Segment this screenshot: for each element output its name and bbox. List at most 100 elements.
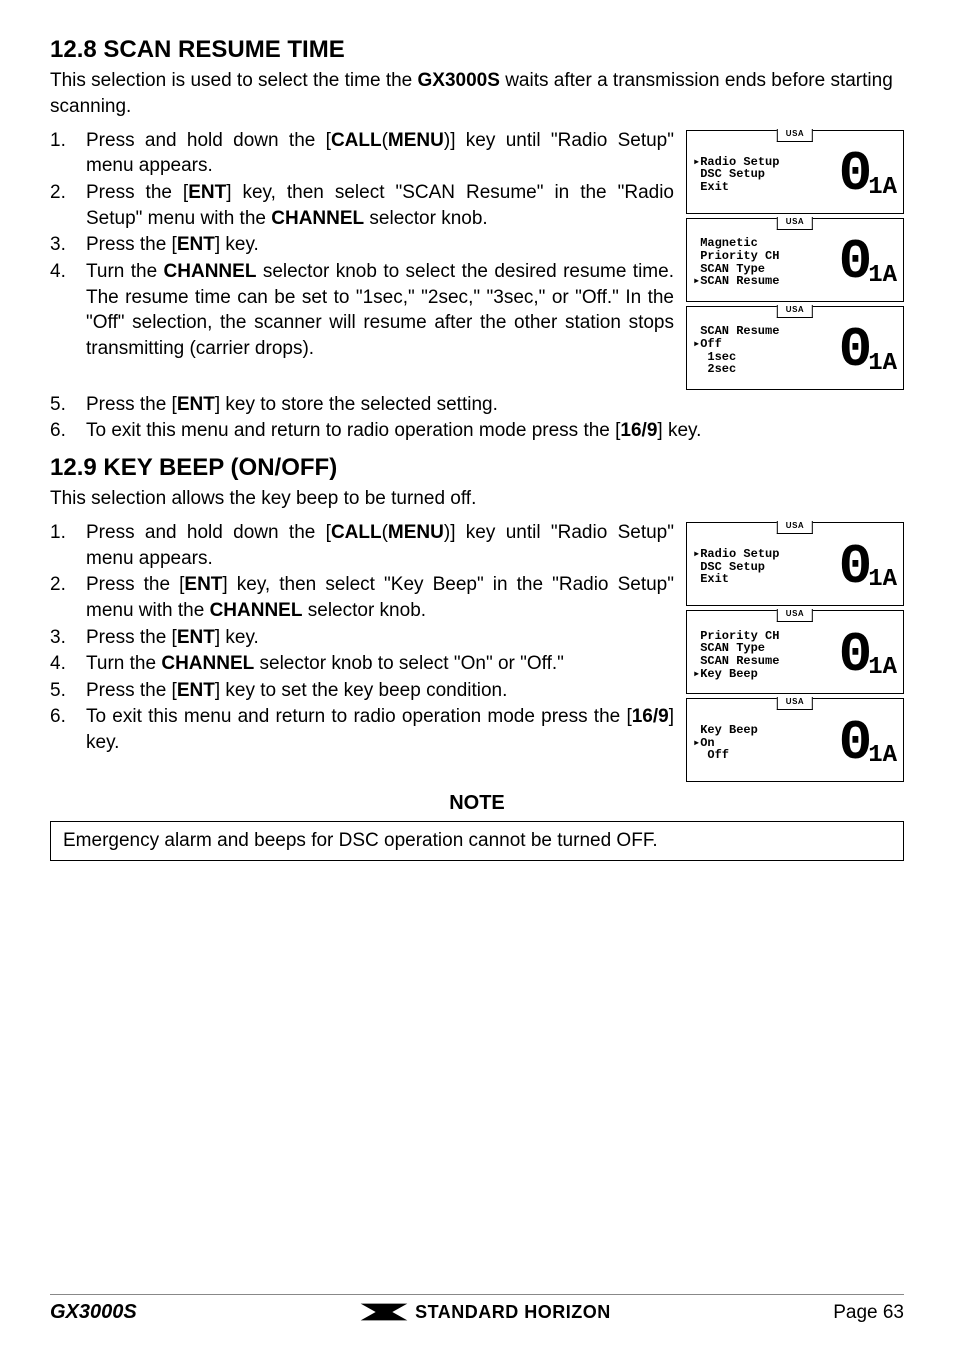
t: ENT: [184, 574, 222, 595]
t: 1sec: [363, 287, 403, 308]
lcd-screen: USA Magnetic Priority CH SCAN Type ▸SCAN…: [686, 218, 904, 302]
t: 0: [839, 328, 867, 373]
t: ENT: [177, 394, 215, 415]
lcd-menu: ▸Radio Setup DSC Setup Exit: [693, 156, 839, 194]
t: Press the [: [86, 182, 188, 203]
t: ," ": [403, 287, 428, 308]
lcd-channel: 01A: [839, 328, 897, 373]
step-number: 5.: [50, 392, 86, 418]
t: ] key to set the key beep condition.: [215, 680, 508, 701]
lcd-menu: ▸Radio Setup DSC Setup Exit: [693, 548, 839, 586]
lcd-screen: USA ▸Radio Setup DSC Setup Exit 01A: [686, 130, 904, 214]
lcd-screen: USA SCAN Resume ▸Off 1sec 2sec 01A: [686, 306, 904, 390]
t: Radio Setup: [558, 522, 668, 543]
t: " in the ": [477, 574, 559, 595]
t: Press the [: [86, 574, 184, 595]
t: ENT: [177, 234, 215, 255]
note-title: NOTE: [50, 790, 904, 817]
list-item: 6. To exit this menu and return to radio…: [50, 418, 904, 444]
t: ] key, then select ": [226, 182, 402, 203]
t: ," ": [468, 287, 493, 308]
t: " menu with the: [136, 208, 272, 229]
step-number: 4.: [50, 259, 86, 362]
t: ] key.: [215, 234, 259, 255]
lcd-menu: SCAN Resume ▸Off 1sec 2sec: [693, 325, 839, 375]
t: 0: [839, 152, 867, 197]
t: selector knob to select ": [254, 653, 460, 674]
t: 1A: [868, 354, 897, 373]
step-text: Press the [ENT] key to set the key beep …: [86, 678, 674, 704]
lcd-menu: Key Beep ▸On Off: [693, 724, 839, 762]
footer-brand: STANDARD HORIZON: [359, 1300, 611, 1324]
t: ] key to store the selected setting.: [215, 394, 498, 415]
t: SCAN Resume: [402, 182, 537, 203]
step-text: Turn the CHANNEL selector knob to select…: [86, 259, 674, 362]
t: 0: [839, 545, 867, 590]
t: CALL: [331, 130, 382, 151]
t: ENT: [177, 680, 215, 701]
t: Press and hold down the [: [86, 522, 331, 543]
step-number: 2.: [50, 572, 86, 623]
t: 0: [839, 721, 867, 766]
step-text: Turn the CHANNEL selector knob to select…: [86, 651, 674, 677]
t: Turn the: [86, 261, 164, 282]
t: 1A: [868, 178, 897, 197]
t: CHANNEL: [164, 261, 257, 282]
step-number: 3.: [50, 625, 86, 651]
t: Key Beep: [391, 574, 477, 595]
t: To exit this menu and return to radio op…: [86, 420, 620, 441]
lcd-tab: USA: [777, 217, 813, 230]
list-item: 1. Press and hold down the [CALL(MENU)] …: [50, 520, 674, 571]
lcd-tab: USA: [777, 521, 813, 534]
t: MENU: [388, 522, 444, 543]
step-number: 6.: [50, 704, 86, 755]
lcd-menu: Magnetic Priority CH SCAN Type ▸SCAN Res…: [693, 237, 839, 287]
list-item: 5. Press the [ENT] key to store the sele…: [50, 392, 904, 418]
t: 3sec: [493, 287, 533, 308]
t: CHANNEL: [271, 208, 364, 229]
step-number: 6.: [50, 418, 86, 444]
t: " or ": [486, 653, 527, 674]
t: 1A: [868, 746, 897, 765]
section1-content: 1. Press and hold down the [CALL(MENU)] …: [50, 128, 904, 390]
lcd-channel: 01A: [839, 152, 897, 197]
step-text: Press and hold down the [CALL(MENU)] key…: [86, 520, 674, 571]
t: ," or ": [533, 287, 582, 308]
list-item: 3. Press the [ENT] key.: [50, 625, 674, 651]
t: 1A: [868, 658, 897, 677]
t: Press and hold down the [: [86, 130, 331, 151]
t: ] key.: [657, 420, 701, 441]
page-footer: GX3000S STANDARD HORIZON Page 63: [50, 1294, 904, 1326]
t: 16/9: [632, 706, 669, 727]
lcd-screen: USA Key Beep ▸On Off 01A: [686, 698, 904, 782]
lcd-tab: USA: [777, 697, 813, 710]
list-item: 6. To exit this menu and return to radio…: [50, 704, 674, 755]
t: ] key.: [215, 627, 259, 648]
section1-screens: USA ▸Radio Setup DSC Setup Exit 01A USA …: [686, 128, 904, 390]
section2-intro: This selection allows the key beep to be…: [50, 486, 904, 512]
t: CHANNEL: [210, 600, 303, 621]
list-item: 1. Press and hold down the [CALL(MENU)] …: [50, 128, 674, 179]
section2-screens: USA ▸Radio Setup DSC Setup Exit 01A USA …: [686, 520, 904, 782]
lcd-tab: USA: [777, 609, 813, 622]
footer-model: GX3000S: [50, 1299, 137, 1326]
t: ENT: [188, 182, 226, 203]
section2-content: 1. Press and hold down the [CALL(MENU)] …: [50, 520, 904, 782]
section2-steps: 1. Press and hold down the [CALL(MENU)] …: [50, 520, 674, 757]
lcd-channel: 01A: [839, 633, 897, 678]
t: 0: [839, 633, 867, 678]
list-item: 4. Turn the CHANNEL selector knob to sel…: [50, 651, 674, 677]
section-title-key-beep: 12.9 KEY BEEP (ON/OFF): [50, 452, 904, 484]
t: Press the [: [86, 234, 177, 255]
t: 2sec: [428, 287, 468, 308]
step-number: 4.: [50, 651, 86, 677]
t: CHANNEL: [161, 653, 254, 674]
step-number: 5.: [50, 678, 86, 704]
list-item: 2. Press the [ENT] key, then select "SCA…: [50, 180, 674, 231]
t: 1A: [868, 570, 897, 589]
step-text: Press the [ENT] key to store the selecte…: [86, 392, 904, 418]
step-text: Press the [ENT] key, then select "Key Be…: [86, 572, 674, 623]
t: 0: [839, 240, 867, 285]
step-text: To exit this menu and return to radio op…: [86, 704, 674, 755]
lcd-screen: USA ▸Radio Setup DSC Setup Exit 01A: [686, 522, 904, 606]
